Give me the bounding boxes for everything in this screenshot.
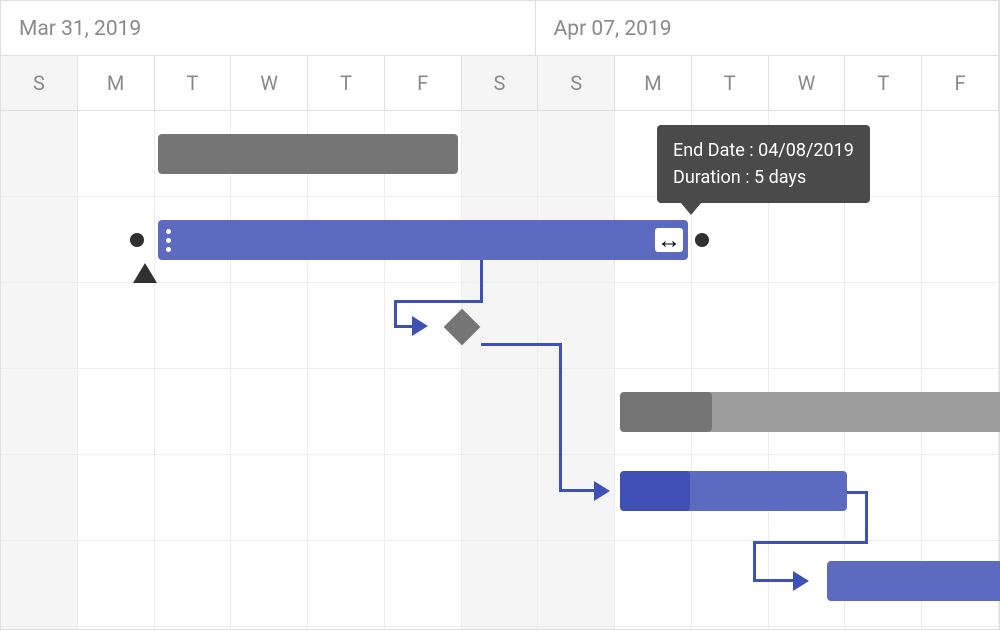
- dependency-arrow-icon: [594, 481, 610, 501]
- dependency-line: [753, 579, 793, 582]
- day-label: F: [922, 56, 999, 110]
- dependency-arrow-icon: [412, 316, 428, 336]
- dependency-line: [481, 343, 561, 346]
- taskbar-progress: [620, 392, 712, 432]
- taskbar-progress: [620, 471, 690, 511]
- gantt-body[interactable]: ↔: [1, 111, 999, 629]
- day-label: T: [155, 56, 232, 110]
- task-endpoint-dot: [695, 233, 709, 247]
- day-label: T: [692, 56, 769, 110]
- dependency-line: [394, 300, 397, 325]
- tooltip-end-date: End Date : 04/08/2019: [673, 137, 854, 164]
- dependency-arrow-icon: [793, 571, 809, 591]
- day-label: W: [231, 56, 308, 110]
- dependency-line: [753, 541, 756, 581]
- day-label: T: [845, 56, 922, 110]
- task-endpoint-dot: [130, 233, 144, 247]
- day-label: W: [769, 56, 846, 110]
- resize-handle-left[interactable]: [162, 220, 174, 260]
- gantt-header-weeks: Mar 31, 2019 Apr 07, 2019: [1, 1, 999, 56]
- taskbar-blue[interactable]: [827, 561, 1000, 601]
- gantt-content: ↔: [1, 111, 999, 629]
- taskbar-blue-active[interactable]: [158, 220, 688, 260]
- dependency-line: [559, 343, 562, 491]
- dependency-line: [865, 491, 868, 543]
- day-label: F: [385, 56, 462, 110]
- dependency-line: [394, 300, 483, 303]
- day-label: T: [308, 56, 385, 110]
- dependency-line: [559, 489, 594, 492]
- gantt-header-days: S M T W T F S S M T W T F: [1, 56, 999, 111]
- resize-handle-right[interactable]: [672, 220, 684, 260]
- gantt-chart[interactable]: Mar 31, 2019 Apr 07, 2019 S M T W T F S …: [0, 0, 1000, 630]
- day-label: S: [1, 56, 78, 110]
- dependency-line: [480, 260, 483, 302]
- day-label: S: [462, 56, 539, 110]
- week-label: Mar 31, 2019: [1, 1, 536, 55]
- taskbar-gray[interactable]: [158, 134, 458, 174]
- milestone-diamond[interactable]: [444, 309, 481, 346]
- dependency-line: [753, 541, 868, 544]
- dependency-line: [847, 491, 867, 494]
- day-label: M: [78, 56, 155, 110]
- taskbar-tooltip: End Date : 04/08/2019 Duration : 5 days: [657, 125, 870, 203]
- start-marker-icon: [133, 263, 157, 283]
- dependency-line: [394, 325, 412, 328]
- day-label: S: [538, 56, 615, 110]
- day-label: M: [615, 56, 692, 110]
- tooltip-duration: Duration : 5 days: [673, 164, 854, 191]
- week-label: Apr 07, 2019: [536, 1, 999, 55]
